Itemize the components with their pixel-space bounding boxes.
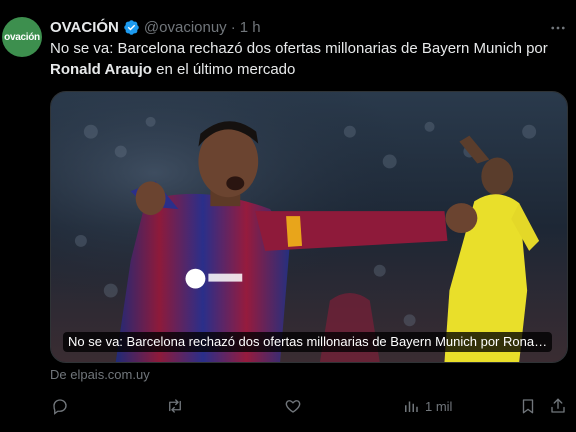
tweet-header: OVACIÓN @ovacionuy · 1 h	[50, 17, 261, 37]
more-icon	[551, 26, 565, 30]
reply-icon	[53, 399, 67, 415]
bookmark-button[interactable]	[519, 395, 537, 417]
like-icon	[285, 400, 301, 413]
link-source[interactable]: De elpais.com.uy	[50, 367, 150, 382]
retweet-button[interactable]	[166, 395, 184, 417]
views-button[interactable]: 1 mil	[402, 395, 452, 417]
views-icon	[405, 401, 418, 412]
avatar-text: ovación	[4, 31, 40, 43]
avatar[interactable]: ovación	[2, 17, 42, 57]
more-button[interactable]	[548, 18, 568, 38]
bookmark-icon	[522, 399, 534, 414]
author-handle[interactable]: @ovacionuy	[144, 19, 227, 36]
views-count: 1 mil	[425, 398, 453, 414]
author-name[interactable]: OVACIÓN	[50, 19, 119, 36]
tweet-text-part2: en el último mercado	[156, 61, 296, 78]
tweet-text-part1: No se va: Barcelona rechazó dos ofertas …	[50, 40, 548, 57]
share-icon	[551, 398, 565, 413]
retweet-icon	[169, 399, 181, 413]
tweet[interactable]: ovación OVACIÓN @ovacionuy · 1 h No se v…	[0, 0, 576, 432]
tweet-text: No se va: Barcelona rechazó dos ofertas …	[50, 38, 565, 80]
like-button[interactable]	[284, 395, 302, 417]
separator-dot: ·	[230, 18, 236, 36]
timestamp[interactable]: 1 h	[240, 19, 261, 36]
action-bar: 1 mil	[0, 395, 576, 417]
share-button[interactable]	[549, 395, 567, 417]
article-photo	[51, 92, 567, 362]
verified-badge-icon	[124, 19, 139, 35]
link-card-media[interactable]: No se va: Barcelona rechazó dos ofertas …	[50, 91, 568, 363]
tweet-text-bold: Ronald Araujo	[50, 61, 152, 78]
card-caption: No se va: Barcelona rechazó dos ofertas …	[63, 332, 553, 352]
reply-button[interactable]	[51, 395, 69, 417]
